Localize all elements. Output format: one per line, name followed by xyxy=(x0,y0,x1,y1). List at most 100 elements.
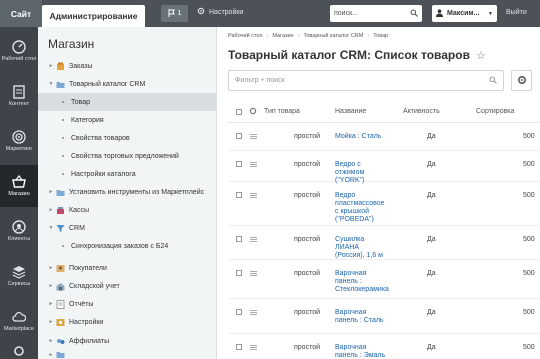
row-sort: 500 xyxy=(523,236,535,243)
chevron-right-icon[interactable]: ► xyxy=(48,319,54,325)
menu-item-customers[interactable]: ► Покупатели xyxy=(38,259,217,277)
orders-icon xyxy=(56,62,65,71)
breadcrumb-item[interactable]: Товар xyxy=(373,33,388,39)
nav-desktop[interactable]: Рабочий стол xyxy=(0,30,38,72)
row-name-link[interactable]: Мойка : Сталь xyxy=(335,133,395,141)
menu-item-product-properties[interactable]: Свойства товаров xyxy=(38,129,217,147)
grid-settings-button[interactable] xyxy=(511,70,532,91)
menu-item-reports[interactable]: ► Отчёты xyxy=(38,295,217,313)
star-icon[interactable]: ☆ xyxy=(476,49,486,62)
nav-marketplace-label: Marketplace xyxy=(4,326,34,332)
table-row[interactable]: простой Ведро пластмассовое с крышкой ("POBE… xyxy=(228,182,540,226)
row-menu-icon[interactable] xyxy=(250,310,257,315)
menu-item-warehouse[interactable]: ► Складской учет xyxy=(38,277,217,295)
column-active[interactable]: Активность xyxy=(403,108,440,115)
row-menu-icon[interactable] xyxy=(250,193,257,198)
menu-item-offer-properties[interactable]: Свойства торговых предложений xyxy=(38,147,217,165)
menu-item-more[interactable]: ► xyxy=(38,350,217,359)
site-tab[interactable]: Сайт xyxy=(0,0,42,27)
gear-icon xyxy=(12,345,26,357)
menu-item-crm[interactable]: ▼ CRM xyxy=(38,219,217,237)
admin-tab[interactable]: Администрирование xyxy=(42,5,145,27)
table-row[interactable]: простой Варочная панель : Стеклокерамика Да 5… xyxy=(228,260,540,299)
row-menu-icon[interactable] xyxy=(250,237,257,242)
row-name-link[interactable]: Сушилка ЛИАНА (Россия), 1,6 м xyxy=(335,236,395,260)
menu-item-label: Установить инструменты из Маркетплейс xyxy=(69,188,205,196)
menu-item-orders[interactable]: ► Заказы xyxy=(38,57,217,75)
column-name[interactable]: Название xyxy=(335,108,366,115)
menu-item-label: Свойства товаров xyxy=(71,134,130,142)
nav-content[interactable]: Контент xyxy=(0,75,38,117)
chevron-down-icon[interactable]: ▼ xyxy=(48,225,54,231)
main-content: Рабочий стол › Магазин › Товарный катало… xyxy=(217,27,540,359)
breadcrumb-item[interactable]: Магазин xyxy=(272,33,293,39)
filter-search-input[interactable]: Фильтр + поиск xyxy=(228,70,504,91)
row-checkbox[interactable] xyxy=(236,192,242,198)
row-active: Да xyxy=(427,236,436,243)
table-row[interactable]: простой Варочная панель : Сталь Да 500 xyxy=(228,299,540,334)
logout-link[interactable]: Выйти xyxy=(506,9,527,16)
top-bar: Сайт Администрирование 1 Настройки поиск… xyxy=(0,0,540,27)
select-all-checkbox[interactable] xyxy=(236,109,242,115)
row-checkbox[interactable] xyxy=(236,344,242,350)
chevron-right-icon[interactable]: ► xyxy=(48,265,54,271)
row-menu-icon[interactable] xyxy=(250,162,257,167)
menu-item-catalog-settings[interactable]: Настройки каталога xyxy=(38,165,217,183)
menu-item-affiliates[interactable]: ► Аффилиаты xyxy=(38,332,217,350)
user-icon xyxy=(436,8,443,19)
content-icon xyxy=(12,85,26,99)
row-active: Да xyxy=(427,270,436,277)
row-name-line: Ведро xyxy=(335,192,356,199)
row-name-link[interactable]: Варочная панель : Стеклокерамика xyxy=(335,270,395,294)
nav-marketing[interactable]: Маркетинг xyxy=(0,120,38,162)
menu-item-cash-registers[interactable]: ► Кассы xyxy=(38,201,217,219)
row-name-link[interactable]: Варочная панель : Сталь xyxy=(335,309,395,325)
menu-item-product[interactable]: Товар xyxy=(38,93,217,111)
row-menu-icon[interactable] xyxy=(250,271,257,276)
global-search-input[interactable]: поиск... xyxy=(330,5,422,22)
row-name-link[interactable]: Варочная панель : Эмаль xyxy=(335,344,395,359)
chevron-right-icon[interactable]: ► xyxy=(48,352,54,358)
nav-services[interactable]: Сервисы xyxy=(0,255,38,297)
table-row[interactable]: простой Сушилка ЛИАНА (Россия), 1,6 м Да 500 xyxy=(228,226,540,260)
menu-item-b24-sync[interactable]: Синхронизация заказов с Б24 xyxy=(38,237,217,255)
settings-link[interactable]: Настройки xyxy=(197,7,243,17)
column-sort[interactable]: Сортировка xyxy=(476,108,514,115)
row-checkbox[interactable] xyxy=(236,309,242,315)
menu-item-crm-catalog[interactable]: ▼ Товарный каталог CRM xyxy=(38,75,217,93)
table-row[interactable]: простой Мойка : Сталь Да 500 xyxy=(228,123,540,151)
chevron-right-icon[interactable]: ► xyxy=(48,283,54,289)
nav-more[interactable] xyxy=(0,345,38,359)
menu-item-category[interactable]: Категория xyxy=(38,111,217,129)
user-menu[interactable]: Максим... ▼ xyxy=(432,5,497,22)
page-title: Товарный каталог CRM: Список товаров ☆ xyxy=(228,48,486,62)
row-menu-icon[interactable] xyxy=(250,345,257,350)
row-checkbox[interactable] xyxy=(236,236,242,242)
column-type[interactable]: Тип товара xyxy=(264,108,300,115)
chevron-right-icon[interactable]: ► xyxy=(48,338,54,344)
nav-marketplace[interactable]: Marketplace xyxy=(0,300,38,342)
warehouse-icon xyxy=(56,282,65,291)
gear-icon[interactable] xyxy=(249,107,257,117)
nav-shop[interactable]: Магазин xyxy=(0,165,38,207)
chevron-right-icon[interactable]: ► xyxy=(48,301,54,307)
nav-clients[interactable]: Клиенты xyxy=(0,210,38,252)
table-row[interactable]: простой Варочная панель : Эмаль Да 500 xyxy=(228,334,540,359)
chevron-down-icon[interactable]: ▼ xyxy=(48,81,54,87)
row-name-link[interactable]: Ведро пластмассовое с крышкой ("POBEDA") xyxy=(335,192,395,224)
chevron-right-icon[interactable]: ► xyxy=(48,207,54,213)
row-checkbox[interactable] xyxy=(236,133,242,139)
row-menu-icon[interactable] xyxy=(250,134,257,139)
chevron-right-icon[interactable]: ► xyxy=(48,63,54,69)
breadcrumb-item[interactable]: Товарный каталог CRM xyxy=(303,33,363,39)
breadcrumb-item[interactable]: Рабочий стол xyxy=(228,33,263,39)
menu-item-settings[interactable]: ► Настройки xyxy=(38,313,217,331)
menu-item-marketplace-tools[interactable]: ► Установить инструменты из Маркетплейс xyxy=(38,183,217,201)
row-checkbox[interactable] xyxy=(236,161,242,167)
chevron-right-icon[interactable]: ► xyxy=(48,189,54,195)
row-checkbox[interactable] xyxy=(236,270,242,276)
table-row[interactable]: простой Ведро с отжимом ("YORK") Да 500 xyxy=(228,151,540,184)
filter-placeholder: Фильтр + поиск xyxy=(235,77,285,84)
notifications-button[interactable]: 1 xyxy=(161,5,188,22)
row-name-line: панель : Сталь xyxy=(335,317,384,324)
